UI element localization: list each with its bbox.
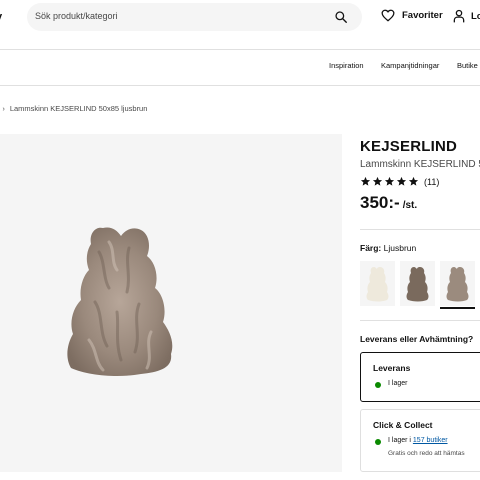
star-icon (396, 176, 407, 186)
color-selector-label: Färg: Ljusbrun (360, 243, 416, 253)
delivery-heading: Leverans eller Avhämtning? (360, 334, 474, 344)
color-value: Ljusbrun (383, 243, 417, 253)
color-swatch-dark-brown[interactable] (400, 261, 435, 306)
login-label: Lo (471, 10, 480, 22)
star-icon (408, 176, 419, 186)
rating-count: (11) (424, 176, 440, 187)
color-swatch-white[interactable] (360, 261, 395, 306)
stock-prefix: I lager i (388, 437, 413, 444)
search-input[interactable]: Sök produkt/kategori (35, 11, 118, 21)
favorites-label: Favoriter (402, 10, 443, 21)
nav-item-butiker[interactable]: Butike (457, 61, 478, 70)
nav-item-inspiration[interactable]: Inspiration (329, 61, 364, 70)
nav-item-kampanjtidningar[interactable]: Kampanjtidningar (381, 61, 439, 70)
delivery-option-title: Leverans (373, 363, 411, 373)
in-stock-indicator (375, 439, 381, 445)
delivery-option-card[interactable]: Leverans I lager (360, 352, 480, 402)
favorites-button[interactable]: Favoriter (381, 9, 443, 22)
header-divider (0, 49, 480, 50)
click-collect-option-card[interactable]: Click & Collect I lager i 157 butiker Gr… (360, 409, 480, 472)
breadcrumb: r›Lammskinn KEJSERLIND 50x85 ljusbrun (0, 104, 148, 113)
product-image-sheepskin (67, 227, 173, 376)
price-amount: 350:- (360, 193, 400, 212)
stock-status: I lager (388, 380, 408, 387)
product-price: 350:-/st. (360, 193, 417, 213)
color-swatch-light-brown[interactable] (440, 261, 475, 306)
color-label: Färg: (360, 243, 382, 253)
heart-icon (381, 9, 395, 22)
in-stock-indicator (375, 382, 381, 388)
color-divider (360, 320, 480, 321)
product-image-panel[interactable] (0, 134, 342, 472)
pickup-note: Gratis och redo att hämtas (388, 450, 465, 457)
price-divider (360, 229, 480, 230)
sheepskin-dark-brown-thumbnail (406, 267, 429, 302)
product-title: KEJSERLIND (360, 138, 458, 155)
brand-logo-text[interactable]: y (0, 11, 2, 23)
rating-stars (360, 176, 420, 187)
click-collect-title: Click & Collect (373, 420, 433, 430)
nav-divider (0, 85, 480, 86)
breadcrumb-current: Lammskinn KEJSERLIND 50x85 ljusbrun (9, 104, 148, 113)
selected-swatch-indicator (440, 307, 475, 309)
sheepskin-light-brown-thumbnail (446, 267, 469, 302)
product-rating[interactable]: (11) (360, 176, 439, 187)
user-icon (453, 9, 465, 23)
secondary-nav: Inspiration Kampanjtidningar Butike (0, 61, 480, 75)
store-count-link[interactable]: 157 butiker (413, 437, 448, 444)
search-icon[interactable] (334, 10, 348, 24)
site-header: y Sök produkt/kategori Favoriter Lo (0, 0, 480, 38)
price-unit: /st. (402, 200, 418, 211)
star-icon (360, 176, 371, 186)
star-icon (384, 176, 395, 186)
product-subtitle: Lammskinn KEJSERLIND 50 (360, 159, 480, 170)
star-icon (372, 176, 383, 186)
chevron-right-icon: › (2, 106, 5, 113)
login-button[interactable]: Lo (453, 9, 480, 23)
sheepskin-white-thumbnail (366, 267, 389, 302)
search-bar[interactable]: Sök produkt/kategori (27, 3, 362, 31)
stock-status: I lager i 157 butiker (388, 437, 448, 444)
